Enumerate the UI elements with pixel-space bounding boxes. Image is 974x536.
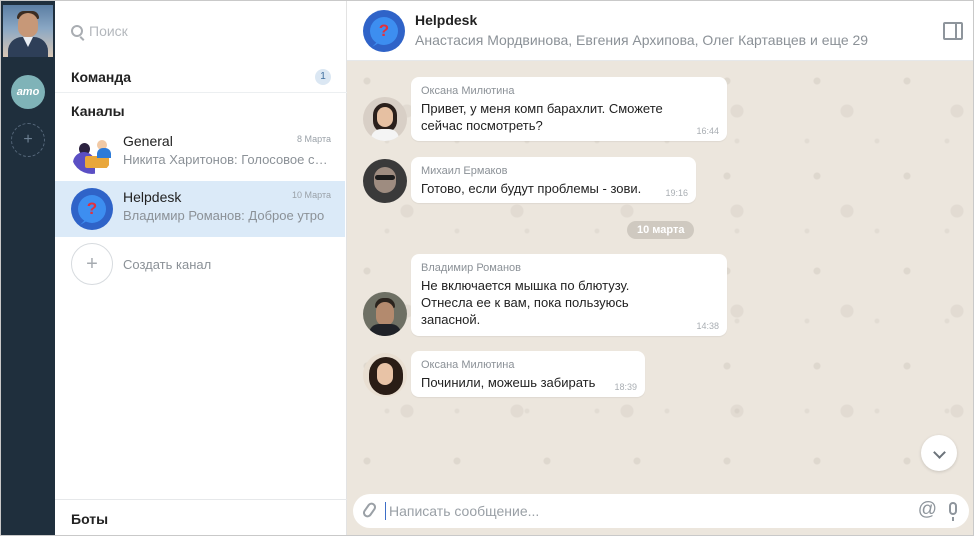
helpdesk-channel-avatar: ? <box>71 188 113 230</box>
message-author: Оксана Милютина <box>421 85 515 97</box>
chat-members[interactable]: Анастасия Мордвинова, Евгения Архипова, … <box>415 32 868 48</box>
message-author: Михаил Ермаков <box>421 165 508 177</box>
scroll-down-button[interactable] <box>921 435 957 471</box>
message-composer: @ <box>353 494 969 528</box>
message-item: Оксана Милютина Привет, у меня комп бара… <box>363 77 733 141</box>
message-item: Оксана Милютина Починили, можешь забират… <box>363 351 653 397</box>
add-workspace-button[interactable]: + <box>11 123 45 157</box>
message-item: Михаил Ермаков Готово, если будут пробле… <box>363 157 703 203</box>
message-bubble: Владимир Романов Не включается мышка по … <box>411 254 727 336</box>
search-placeholder: Поиск <box>89 23 128 39</box>
channel-date: 8 Марта <box>297 134 331 144</box>
author-avatar[interactable] <box>363 353 407 397</box>
team-unread-badge: 1 <box>315 68 331 85</box>
message-text: Починили, можешь забирать <box>421 375 596 390</box>
user-avatar[interactable] <box>3 5 53 57</box>
workspace-amo-icon[interactable]: amo <box>11 75 45 109</box>
chat-title[interactable]: Helpdesk <box>415 12 477 28</box>
channel-item-helpdesk[interactable]: ? Helpdesk 10 Марта Владимир Романов: До… <box>55 181 345 237</box>
message-text: Готово, если будут проблемы - зови. <box>421 181 642 196</box>
message-bubble: Оксана Милютина Починили, можешь забират… <box>411 351 645 397</box>
message-text: Не включается мышка по блютузу. Отнесла … <box>421 278 630 327</box>
microphone-icon[interactable] <box>949 502 957 521</box>
author-avatar[interactable] <box>363 292 407 336</box>
channel-item-general[interactable]: General 8 Марта Никита Харитонов: Голосо… <box>55 125 345 181</box>
author-avatar[interactable] <box>363 97 407 141</box>
bots-section[interactable]: Боты <box>55 499 347 535</box>
message-time: 18:39 <box>614 382 637 392</box>
text-cursor <box>385 502 386 520</box>
message-area: Оксана Милютина Привет, у меня комп бара… <box>347 61 973 535</box>
search-box[interactable]: Поиск <box>55 1 347 61</box>
plus-icon: + <box>71 243 113 285</box>
channel-preview: Владимир Романов: Доброе утро <box>123 208 325 223</box>
author-avatar[interactable] <box>363 159 407 203</box>
channel-name: Helpdesk <box>123 189 182 205</box>
channel-date: 10 Марта <box>292 190 331 200</box>
message-time: 16:44 <box>696 126 719 136</box>
workspace-rail: amo + <box>1 1 55 535</box>
channels-heading: Каналы <box>71 103 125 119</box>
message-time: 14:38 <box>696 321 719 331</box>
channel-name: General <box>123 133 173 149</box>
mention-icon[interactable]: @ <box>918 499 937 521</box>
messenger-window: amo + Поиск Команда 1 Каналы General 8 М… <box>0 0 974 536</box>
message-author: Оксана Милютина <box>421 359 515 371</box>
message-bubble: Михаил Ермаков Готово, если будут пробле… <box>411 157 696 203</box>
side-panel-icon[interactable] <box>943 22 963 40</box>
message-text: Привет, у меня комп барахлит. Сможете се… <box>421 101 663 133</box>
create-channel-label: Создать канал <box>123 257 212 272</box>
chat-avatar[interactable]: ? <box>363 10 405 52</box>
message-input[interactable] <box>389 501 889 521</box>
general-channel-avatar <box>71 132 113 174</box>
team-label: Команда <box>71 68 131 85</box>
create-channel-button[interactable]: + Создать канал <box>55 243 345 287</box>
message-author: Владимир Романов <box>421 262 522 274</box>
date-separator: 10 марта <box>627 221 695 239</box>
channel-sidebar: Поиск Команда 1 Каналы General 8 Марта Н… <box>55 1 347 535</box>
search-icon <box>71 25 83 37</box>
chat-header: ? Helpdesk Анастасия Мордвинова, Евгения… <box>347 1 973 61</box>
message-time: 19:16 <box>665 188 688 198</box>
team-section[interactable]: Команда 1 <box>55 61 347 93</box>
channel-preview: Никита Харитонов: Голосовое сообщение <box>123 152 333 167</box>
message-item: Владимир Романов Не включается мышка по … <box>363 254 733 336</box>
attach-icon[interactable] <box>361 500 378 520</box>
message-bubble: Оксана Милютина Привет, у меня комп бара… <box>411 77 727 141</box>
